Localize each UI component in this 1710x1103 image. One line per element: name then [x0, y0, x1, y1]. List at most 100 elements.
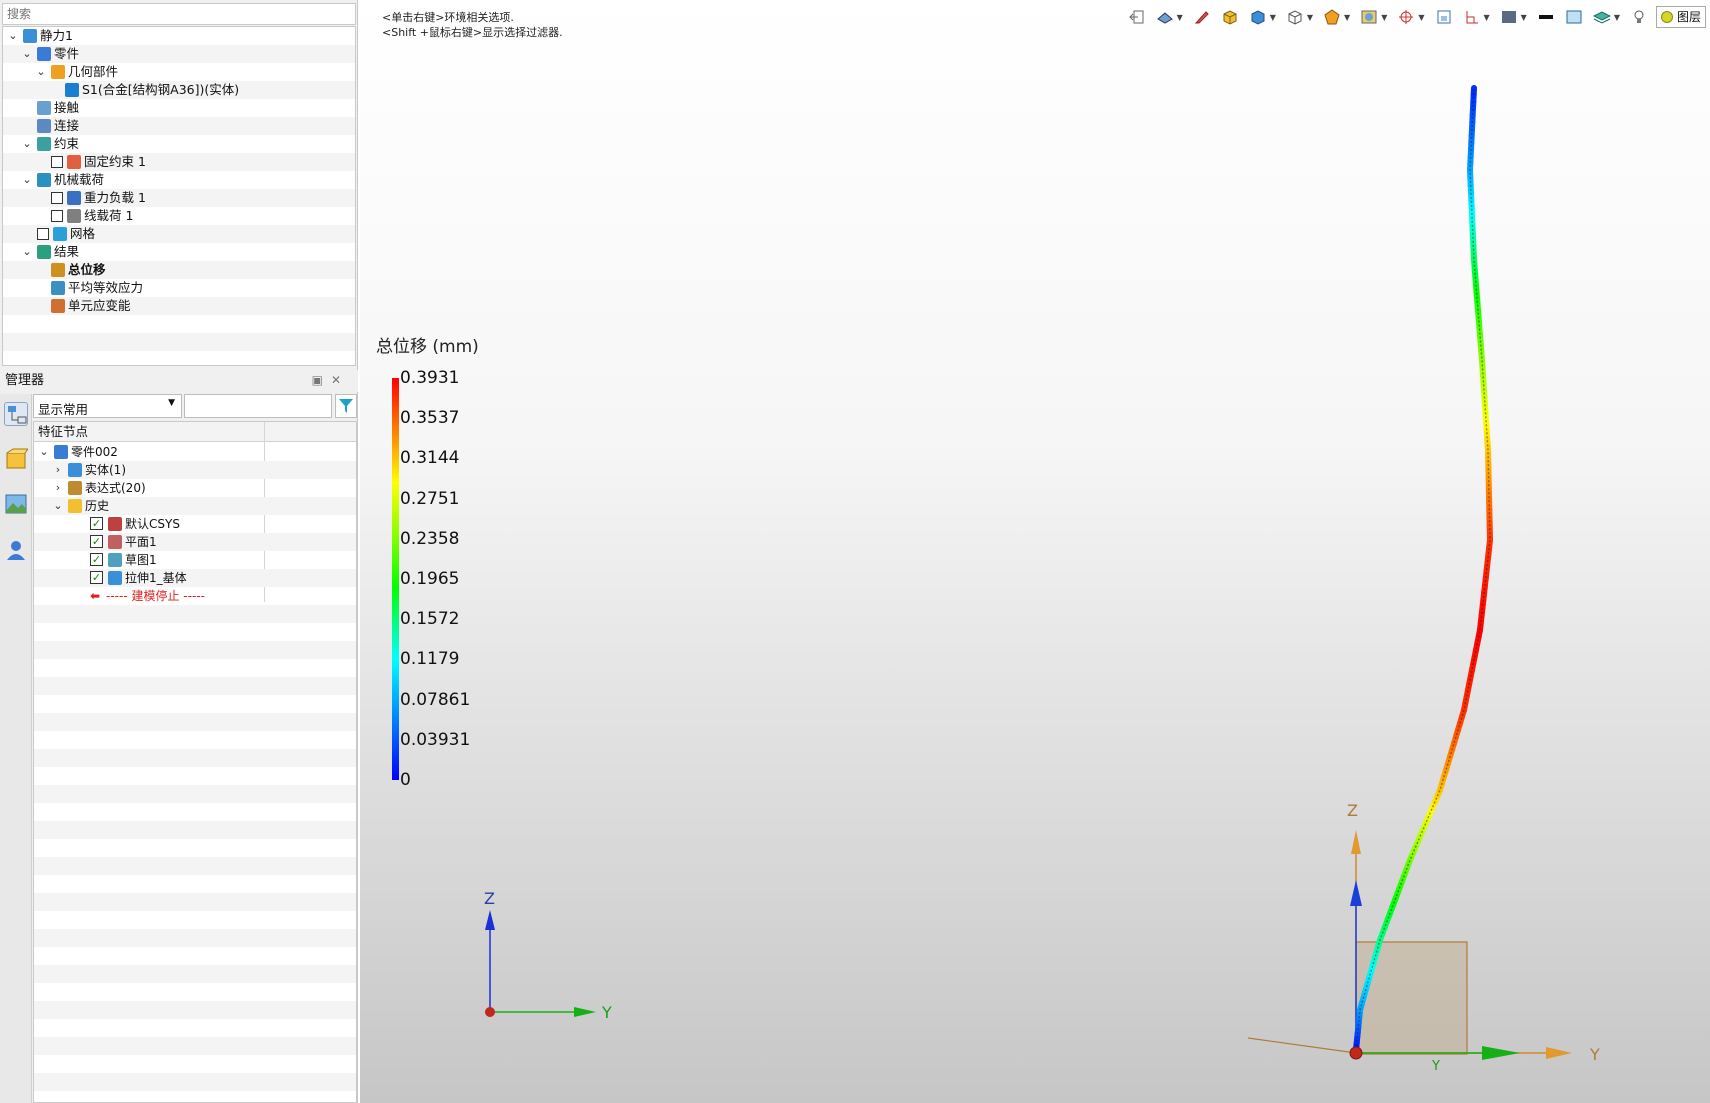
tree-node-icon	[37, 173, 51, 187]
feature-row[interactable]: ✓ 拉伸1_基体	[34, 569, 356, 587]
tree-node-icon	[51, 299, 65, 313]
tree-node-icon	[23, 29, 37, 43]
sim-tree-item[interactable]: ⌄ 结果	[3, 243, 355, 261]
triad-origin	[485, 1007, 495, 1017]
feature-tree-icon[interactable]	[4, 402, 28, 426]
feature-checkbox[interactable]: ✓	[90, 553, 103, 566]
empty-row	[34, 893, 356, 911]
z-arrowhead-orange	[1351, 830, 1361, 854]
empty-row	[34, 1055, 356, 1073]
feature-label: 草图1	[125, 553, 157, 567]
chevron-down-icon[interactable]: ⌄	[21, 171, 33, 189]
chevron-down-icon[interactable]: ⌄	[52, 497, 64, 515]
model-scene[interactable]: Z Y Z Y Y	[360, 0, 1710, 1103]
feature-checkbox[interactable]: ✓	[90, 517, 103, 530]
chevron-right-icon[interactable]: ›	[52, 479, 64, 497]
chevron-down-icon[interactable]: ⌄	[7, 27, 19, 45]
manager-side-strip	[0, 394, 32, 1103]
sim-tree-item[interactable]: ⌄ 零件	[3, 45, 355, 63]
csys-y-label: Y	[1589, 1045, 1600, 1064]
feature-row[interactable]: ✓ 默认CSYS	[34, 515, 356, 533]
chevron-down-icon[interactable]: ⌄	[21, 135, 33, 153]
empty-row	[34, 857, 356, 875]
feature-row[interactable]: › 表达式(20)	[34, 479, 356, 497]
sim-tree-item[interactable]: S1(合金[结构钢A36])(实体)	[3, 81, 355, 99]
feature-node-icon	[108, 535, 122, 549]
empty-row	[34, 1073, 356, 1091]
sim-tree-label: 几何部件	[68, 64, 119, 79]
empty-row	[34, 839, 356, 857]
display-filter-select[interactable]: 显示常用 ▼	[33, 394, 182, 418]
deformed-beam[interactable]	[1353, 85, 1493, 1053]
feature-label: 表达式(20)	[85, 481, 146, 495]
visibility-checkbox[interactable]	[51, 156, 63, 168]
sim-tree-item[interactable]: 固定约束 1	[3, 153, 355, 171]
empty-row	[34, 641, 356, 659]
tree-node-icon	[37, 101, 51, 115]
sim-tree-item[interactable]: 线载荷 1	[3, 207, 355, 225]
tree-node-icon	[37, 137, 51, 151]
graphics-viewport[interactable]: <单击右键>环境相关选项. <Shift +鼠标右键>显示选择过滤器. ▼ ▼ …	[360, 0, 1710, 1103]
filter-funnel-icon[interactable]	[335, 394, 357, 418]
feature-row[interactable]: › 实体(1)	[34, 461, 356, 479]
chevron-down-icon[interactable]: ⌄	[35, 63, 47, 81]
sim-tree-label: 连接	[54, 118, 80, 133]
sim-tree-item[interactable]: 网格	[3, 225, 355, 243]
feature-checkbox[interactable]: ✓	[90, 535, 103, 548]
chevron-right-icon[interactable]: ›	[52, 461, 64, 479]
chevron-down-icon[interactable]: ⌄	[38, 443, 50, 461]
empty-row	[34, 695, 356, 713]
user-roles-icon[interactable]	[4, 538, 28, 562]
empty-row	[34, 1019, 356, 1037]
part-library-icon[interactable]	[4, 448, 29, 472]
visibility-checkbox[interactable]	[51, 210, 63, 222]
simulation-tree: ⌄ 静力1 ⌄ 零件 ⌄ 几何部件 S1(合金[结构钢A36])(实体) 接触 连接 ⌄ 约束 固定约…	[2, 26, 356, 366]
sim-tree-item[interactable]: ⌄ 约束	[3, 135, 355, 153]
csys-origin	[1349, 1046, 1363, 1060]
z-arrowhead-blue	[1350, 880, 1362, 906]
close-icon[interactable]: ✕	[331, 373, 349, 387]
feature-row[interactable]: ✓ 平面1	[34, 533, 356, 551]
feature-row[interactable]: ⬅ ----- 建模停止 -----	[34, 587, 356, 605]
empty-row	[34, 929, 356, 947]
sim-tree-item[interactable]: 接触	[3, 99, 355, 117]
image-gallery-icon[interactable]	[4, 492, 28, 516]
empty-row	[34, 1037, 356, 1055]
chevron-down-icon[interactable]: ⌄	[21, 243, 33, 261]
feature-label: 拉伸1_基体	[125, 571, 187, 585]
feature-node-icon	[108, 553, 122, 567]
empty-row	[34, 911, 356, 929]
feature-label: 平面1	[125, 535, 157, 549]
sim-tree-item[interactable]: 单元应变能	[3, 297, 355, 315]
search-input[interactable]	[2, 3, 356, 25]
visibility-checkbox[interactable]	[51, 192, 63, 204]
empty-row	[34, 713, 356, 731]
sim-tree-item[interactable]: ⌄ 几何部件	[3, 63, 355, 81]
tree-node-icon	[37, 245, 51, 259]
empty-row	[34, 947, 356, 965]
tree-node-icon	[51, 281, 65, 295]
feature-label: 实体(1)	[85, 463, 126, 477]
sim-tree-item[interactable]: 平均等效应力	[3, 279, 355, 297]
feature-node-icon	[108, 517, 122, 531]
tree-node-icon	[51, 65, 65, 79]
empty-row	[34, 1091, 356, 1102]
rollback-arrow-icon[interactable]: ⬅	[90, 587, 100, 605]
sim-tree-item[interactable]: 总位移	[3, 261, 355, 279]
filter-text-input[interactable]	[184, 394, 332, 418]
feature-row[interactable]: ⌄ 历史	[34, 497, 356, 515]
triad-y-arrowhead	[574, 1007, 596, 1017]
manager-window-buttons: ▣✕	[312, 373, 349, 387]
sim-tree-item[interactable]: ⌄ 静力1	[3, 27, 355, 45]
restore-icon[interactable]: ▣	[312, 373, 331, 387]
sim-tree-item[interactable]: 连接	[3, 117, 355, 135]
empty-row	[34, 659, 356, 677]
feature-checkbox[interactable]: ✓	[90, 571, 103, 584]
chevron-down-icon[interactable]: ⌄	[21, 45, 33, 63]
feature-row[interactable]: ✓ 草图1	[34, 551, 356, 569]
sim-tree-item[interactable]: 重力负载 1	[3, 189, 355, 207]
visibility-checkbox[interactable]	[37, 228, 49, 240]
empty-row	[34, 749, 356, 767]
sim-tree-item[interactable]: ⌄ 机械载荷	[3, 171, 355, 189]
feature-row[interactable]: ⌄ 零件002	[34, 443, 356, 461]
